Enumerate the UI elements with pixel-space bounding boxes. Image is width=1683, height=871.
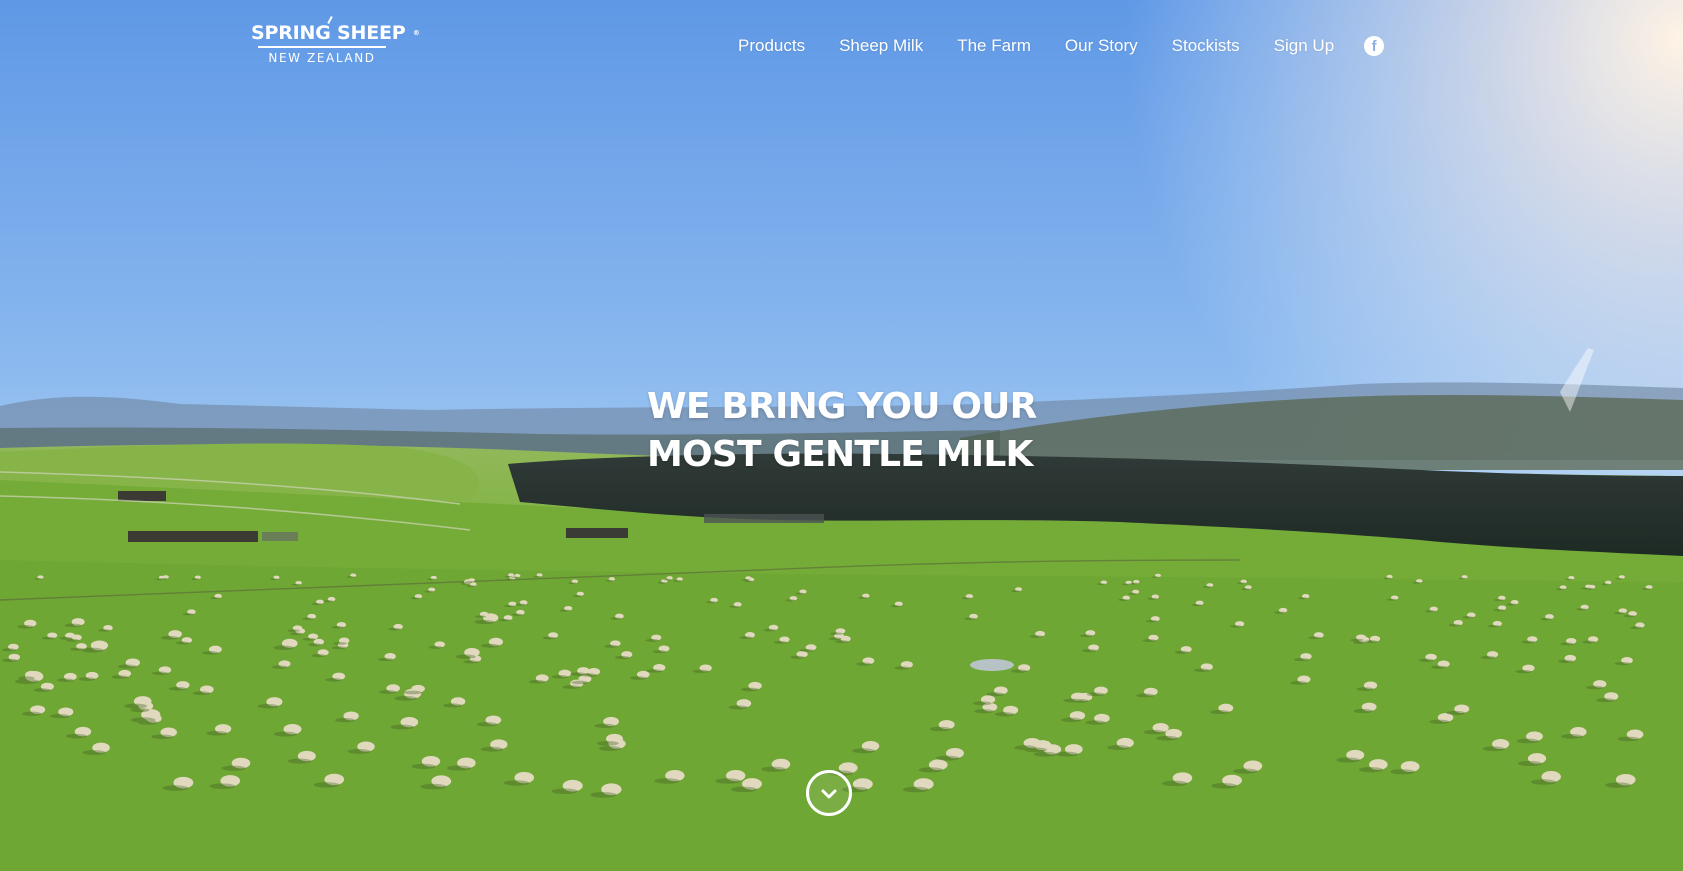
chevron-down-icon <box>821 789 837 799</box>
nav-our-story[interactable]: Our Story <box>1065 33 1138 59</box>
hero-headline: WE BRING YOU OUR MOST GENTLE MILK <box>647 383 1037 479</box>
site-header: SPRING SHEEP ® NEW ZEALAND Products Shee… <box>0 0 1683 90</box>
logo-subtitle: NEW ZEALAND <box>268 51 376 65</box>
hero-section: SPRING SHEEP ® NEW ZEALAND Products Shee… <box>0 0 1683 871</box>
scroll-down-button[interactable] <box>806 770 852 816</box>
headline-line-1: WE BRING YOU OUR <box>647 386 1037 427</box>
logo-divider <box>258 46 386 48</box>
main-navigation: Products Sheep Milk The Farm Our Story S… <box>738 33 1385 59</box>
nav-stockists[interactable]: Stockists <box>1172 33 1240 59</box>
nav-sign-up[interactable]: Sign Up <box>1274 33 1334 59</box>
logo-registered-mark: ® <box>412 29 420 37</box>
facebook-icon[interactable]: f <box>1364 36 1385 56</box>
nav-products[interactable]: Products <box>738 33 805 59</box>
brand-logo[interactable]: SPRING SHEEP ® NEW ZEALAND <box>251 15 420 72</box>
logo-brand-text: SPRING SHEEP <box>251 22 406 44</box>
nav-the-farm[interactable]: The Farm <box>957 33 1031 59</box>
headline-line-2: MOST GENTLE MILK <box>647 434 1033 475</box>
nav-sheep-milk[interactable]: Sheep Milk <box>839 33 923 59</box>
